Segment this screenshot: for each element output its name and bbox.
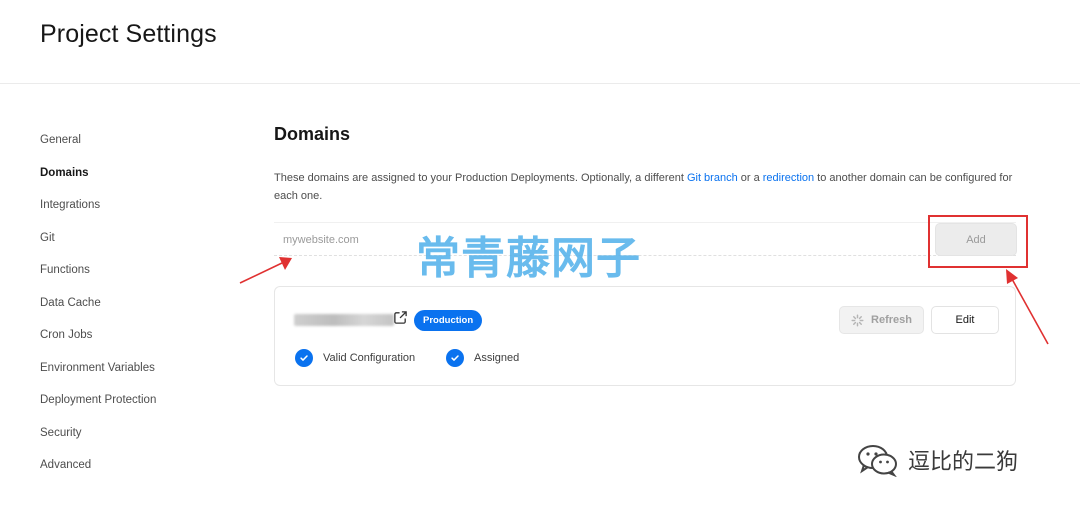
section-title: Domains <box>274 124 351 144</box>
add-domain-row: Add <box>274 222 1017 256</box>
domain-name-redacted <box>294 314 394 326</box>
add-domain-button[interactable]: Add <box>935 223 1017 256</box>
signature-watermark: 逗比的二狗 <box>856 443 1018 477</box>
status-assigned: Assigned <box>446 349 519 367</box>
description-text: or a <box>737 172 763 184</box>
sidebar-item-advanced[interactable]: Advanced <box>40 449 240 482</box>
refresh-label: Refresh <box>871 314 912 326</box>
annotation-arrow-left <box>239 257 292 284</box>
redirection-link[interactable]: redirection <box>763 172 814 184</box>
sidebar-item-deployment-protection[interactable]: Deployment Protection <box>40 384 240 417</box>
sidebar-item-security[interactable]: Security <box>40 417 240 450</box>
signature-text: 逗比的二狗 <box>908 450 1019 475</box>
sidebar-item-functions[interactable]: Functions <box>40 254 240 287</box>
status-label: Assigned <box>474 352 520 364</box>
domain-card: Production Refresh Edit Valid Configurat… <box>274 286 1016 386</box>
domains-section: Domains These domains are assigned to yo… <box>274 124 1019 386</box>
external-link-icon[interactable] <box>393 310 408 325</box>
sidebar-item-environment-variables[interactable]: Environment Variables <box>40 352 240 385</box>
status-valid-configuration: Valid Configuration <box>295 349 415 367</box>
sidebar-item-general[interactable]: General <box>40 124 240 157</box>
sidebar-item-data-cache[interactable]: Data Cache <box>40 287 240 320</box>
sidebar-item-cron-jobs[interactable]: Cron Jobs <box>40 319 240 352</box>
check-circle-icon <box>295 349 313 367</box>
sidebar-item-domains[interactable]: Domains <box>40 157 240 190</box>
production-badge: Production <box>414 310 483 331</box>
git-branch-link[interactable]: Git branch <box>687 172 738 184</box>
check-circle-icon <box>446 349 464 367</box>
edit-button[interactable]: Edit <box>931 306 999 334</box>
status-label: Valid Configuration <box>323 352 416 364</box>
sidebar-item-git[interactable]: Git <box>40 222 240 255</box>
page-header: Project Settings <box>0 0 1080 84</box>
domains-description: These domains are assigned to your Produ… <box>274 170 1019 205</box>
page-title: Project Settings <box>40 20 217 48</box>
sidebar-item-integrations[interactable]: Integrations <box>40 189 240 222</box>
wechat-icon <box>858 445 897 477</box>
settings-sidebar: General Domains Integrations Git Functio… <box>40 124 240 482</box>
domain-input[interactable] <box>274 223 914 256</box>
refresh-button[interactable]: Refresh <box>839 306 924 334</box>
page: Project Settings General Domains Integra… <box>0 0 1080 508</box>
description-text: These domains are assigned to your Produ… <box>274 172 687 184</box>
spinner-icon <box>851 313 864 327</box>
